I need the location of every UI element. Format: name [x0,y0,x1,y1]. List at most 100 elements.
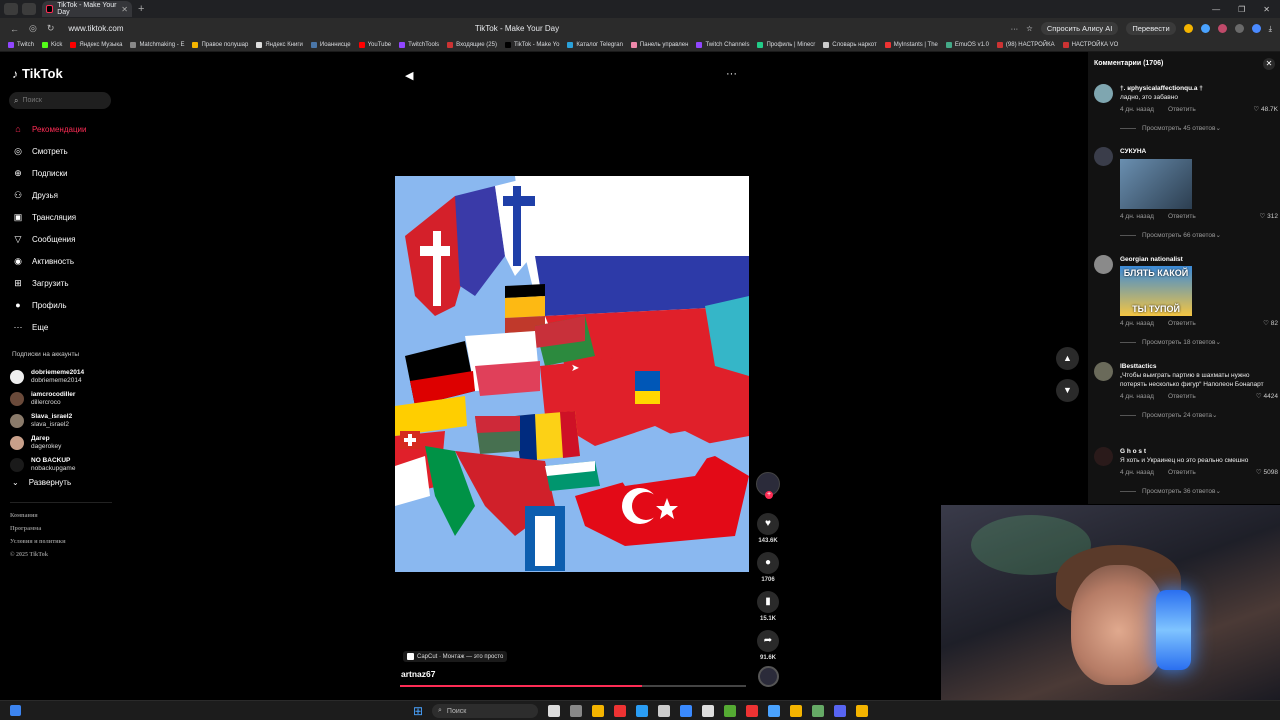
comment-user[interactable]: lBesttactics [1120,362,1278,371]
subscription-item[interactable]: Дагер dagerokey [10,432,84,454]
maximize-icon[interactable]: ❐ [1238,5,1245,14]
view-replies-button[interactable]: Просмотреть 36 ответов ⌄ [1120,487,1278,495]
window-close-icon[interactable]: ✕ [1263,5,1270,14]
taskbar-app-icon[interactable] [790,705,802,717]
reply-button[interactable]: Ответить [1168,392,1196,401]
reply-button[interactable]: Ответить [1168,319,1196,328]
ask-alice-button[interactable]: Спросить Алису AI [1040,22,1119,35]
bookmark-item[interactable]: Правое полушар [192,42,248,48]
footer-link-program[interactable]: Программа [10,523,66,536]
view-replies-button[interactable]: Просмотреть 18 ответов ⌄ [1120,338,1278,346]
bookmark-item[interactable]: Каталог Telegran [567,42,623,48]
reload-icon[interactable]: ↻ [47,23,55,34]
view-replies-button[interactable]: Просмотреть 66 ответов ⌄ [1120,231,1278,239]
bookmark-item[interactable]: Входящие (25) [447,42,497,48]
video-more-icon[interactable]: ··· [726,68,737,80]
sidebar-item-home[interactable]: ⌂ Рекомендации [12,118,86,140]
extension-icon[interactable] [1200,24,1210,33]
video-author[interactable]: artnaz67 [401,669,436,679]
subscription-item[interactable]: iamcrocodiller dillercroco [10,388,84,410]
comments-button[interactable]: ● 1706 [756,552,780,583]
translate-button[interactable]: Перевести [1126,22,1176,35]
taskbar-app-icon[interactable] [746,705,758,717]
sidebar-item-activity[interactable]: ◉ Активность [12,250,86,272]
back-icon[interactable]: ← [10,24,19,34]
video-player[interactable] [395,176,749,572]
taskbar-app-icon[interactable] [548,705,560,717]
bookmark-item[interactable]: Matchmaking - E [130,42,184,48]
save-button[interactable]: ▮ 15.1K [756,591,780,622]
taskbar-app-icon[interactable] [658,705,670,717]
extension-icon[interactable] [1183,24,1193,33]
music-disc-avatar[interactable] [758,666,779,687]
comment-avatar[interactable] [1094,255,1113,274]
close-comments-icon[interactable]: ✕ [1263,58,1275,70]
more-menu-icon[interactable]: ··· [1011,24,1019,33]
comment-like-button[interactable]: ♡ 312 [1260,212,1279,221]
volume-icon[interactable]: ◀ [405,69,413,82]
tab-menu-button[interactable] [4,3,18,15]
windows-start-icon[interactable]: ⊞ [413,704,423,718]
taskbar-app-icon[interactable] [768,705,780,717]
expand-button[interactable]: ⌄ Развернуть [12,478,71,487]
footer-link-company[interactable]: Компания [10,510,66,523]
extension-icon[interactable] [1251,24,1261,33]
bookmark-item[interactable]: TwitchTools [399,42,439,48]
bookmark-item[interactable]: YouTube [358,42,391,48]
comment-user[interactable]: †. ʁphysicalaffectionqu.a † [1120,84,1278,93]
sidebar-item-compass[interactable]: ◎ Смотреть [12,140,86,162]
comment-avatar[interactable] [1094,447,1113,466]
sidebar-item-upload[interactable]: ⊞ Загрузить [12,272,86,294]
reply-button[interactable]: Ответить [1168,105,1196,114]
sidebar-item-following[interactable]: ⊕ Подписки [12,162,86,184]
taskbar-search[interactable]: ⌕ Поиск [432,704,538,718]
share-button[interactable]: ➦ 91.6K [756,630,780,661]
sidebar-item-profile[interactable]: ● Профиль [12,294,86,316]
taskbar-app-icon[interactable] [702,705,714,717]
comment-user[interactable]: СУКУНА [1120,147,1278,156]
bookmark-item[interactable]: EmuOS v1.0 [945,42,989,48]
comment-user[interactable]: G h o s t [1120,447,1278,456]
reply-button[interactable]: Ответить [1168,212,1196,221]
follow-plus-icon[interactable]: + [765,491,773,499]
bookmark-item[interactable]: Яндекс Книги [256,42,303,48]
tab-close-icon[interactable]: ✕ [121,5,128,14]
bookmark-item[interactable]: Панель управлен [630,42,688,48]
capcut-tag[interactable]: CapCut · Монтаж — это просто [403,651,508,662]
like-button[interactable]: ♥ 143.6K [756,513,780,544]
taskbar-app-icon[interactable] [856,705,868,717]
extension-icon[interactable] [1234,24,1244,33]
bookmark-item[interactable]: MyInstants | The [884,42,938,48]
shield-icon[interactable]: ◎ [29,23,37,34]
video-progress-bar[interactable] [400,685,746,687]
extension-icon[interactable] [1217,24,1227,33]
bookmark-item[interactable]: Словарь наркот [823,42,877,48]
taskbar-app-icon[interactable] [570,705,582,717]
subscription-item[interactable]: dobriememe2014 dobriememe2014 [10,366,84,388]
footer-link-terms[interactable]: Условия и политики [10,536,66,549]
widgets-icon[interactable] [10,705,21,716]
comment-avatar[interactable] [1094,147,1113,166]
next-video-chevron-down-icon[interactable]: ▼ [1056,379,1079,402]
view-replies-button[interactable]: Просмотреть 24 ответа ⌄ [1120,411,1278,419]
taskbar-app-icon[interactable] [636,705,648,717]
new-tab-button[interactable]: + [138,3,144,15]
downloads-icon[interactable]: ⤓ [1269,24,1272,34]
sidebar-item-more[interactable]: ··· Еще [12,316,86,338]
url-field[interactable]: www.tiktok.com [68,24,123,33]
taskbar-app-icon[interactable] [592,705,604,717]
sidebar-item-friends[interactable]: ⚇ Друзья [12,184,86,206]
taskbar-app-icon[interactable] [834,705,846,717]
taskbar-app-icon[interactable] [680,705,692,717]
bookmark-item[interactable]: (98) НАСТРОЙКА [996,42,1055,48]
view-replies-button[interactable]: Просмотреть 45 ответов ⌄ [1120,124,1278,132]
bookmark-item[interactable]: TikTok - Make Yo [504,42,559,48]
comment-like-button[interactable]: ♡ 4424 [1256,392,1278,401]
reply-button[interactable]: Ответить [1168,468,1196,477]
bookmark-item[interactable]: Профиль | Minecr [757,42,815,48]
taskbar-app-icon[interactable] [614,705,626,717]
browser-tab[interactable]: TikTok - Make Your Day ✕ [42,1,132,17]
bookmark-item[interactable]: Kick [42,42,62,48]
comment-like-button[interactable]: ♡ 5098 [1256,468,1278,477]
minimize-icon[interactable]: — [1212,5,1220,14]
